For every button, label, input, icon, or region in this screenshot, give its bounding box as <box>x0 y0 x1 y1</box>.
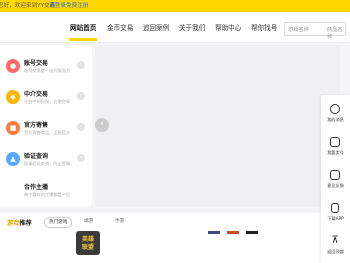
menu-title: 官方寄售 <box>24 122 49 129</box>
nav-help[interactable]: 帮助中心 <box>215 22 241 32</box>
rail-sell-account[interactable]: 我要卖号 <box>321 133 350 163</box>
menu-title: 验证查询 <box>24 153 49 160</box>
rail-label: 我要卖号 <box>327 150 344 155</box>
active-nav-indicator <box>69 38 97 41</box>
game-thumb-partial[interactable] <box>208 231 220 234</box>
tab-hot-games[interactable]: 热门游戏 <box>44 217 73 228</box>
sell-icon <box>330 137 340 147</box>
games-section-title: 游戏推荐 <box>7 218 32 227</box>
login-link[interactable]: 请登录 <box>49 0 66 12</box>
search-input[interactable]: 游戏名称 商品名称 <box>284 22 346 40</box>
nav-home[interactable]: 网站首页 <box>70 22 96 32</box>
rail-label: 我的消息 <box>327 117 344 122</box>
menu-title: 合作主播 <box>24 184 49 191</box>
game-tile-lol[interactable]: 英雄 联盟 <box>76 231 100 255</box>
service-menu: ● 账号交易 账号交易是一站式服务方 › ◆ 中介交易 平台中间担保，方便交易 … <box>0 45 92 207</box>
register-link[interactable]: 免费注册 <box>66 0 88 12</box>
nav-gold-trade[interactable]: 金币交易 <box>107 22 133 32</box>
menu-desc: 官方寄售商品，正规官方 <box>24 130 71 135</box>
nav-about[interactable]: 关于我们 <box>179 22 205 32</box>
handshake-icon: ◆ <box>6 90 20 104</box>
game-names-row <box>0 258 320 263</box>
games-title-rest: 推荐 <box>19 220 32 227</box>
shop-icon: ■ <box>6 121 20 135</box>
menu-desc: 防骗验证查询，防止受骗 <box>24 161 71 166</box>
rail-back-to-top[interactable]: ⊼ 返回顶部 <box>321 232 350 262</box>
nav-find-account[interactable]: 帮你找号 <box>251 22 277 32</box>
main-nav: 网站首页 金币交易 追回案例 关于我们 帮助中心 帮你找号 游戏名称 商品名称 <box>0 12 350 43</box>
carousel-banner[interactable] <box>95 45 340 207</box>
menu-item-escrow-trade[interactable]: ◆ 中介交易 平台中间担保，方便交易 › <box>0 82 92 112</box>
rail-feedback[interactable]: 意见反馈 <box>321 166 350 196</box>
tab-mobile-games[interactable]: 手游 <box>115 217 124 226</box>
chevron-right-icon: › <box>77 61 85 69</box>
search-placeholder-item: 商品名称 <box>327 27 343 40</box>
greeting-text: 您好，欢迎来到YY交易 <box>0 3 56 9</box>
menu-desc: 平台中间担保，方便交易 <box>24 99 71 104</box>
message-icon <box>330 104 340 114</box>
nav-recovery-cases[interactable]: 追回案例 <box>143 22 169 32</box>
top-bar: 您好，欢迎来到YY交易 请登录 免费注册 <box>0 0 350 12</box>
chevron-right-icon: › <box>77 123 85 131</box>
carousel-prev-button[interactable]: ‹ <box>95 118 109 132</box>
rail-label: 下载APP <box>327 216 344 221</box>
user-icon: ● <box>6 59 20 73</box>
menu-title: 账号交易 <box>24 60 49 67</box>
shield-icon: ▲ <box>6 152 20 166</box>
phone-icon <box>331 203 339 213</box>
menu-item-official-consign[interactable]: ■ 官方寄售 官方寄售商品，正规官方 › <box>0 113 92 143</box>
right-float-rail: 我的消息 我要卖号 意见反馈 下载APP ⊼ 返回顶部 <box>321 95 350 263</box>
game-tile-line1: 英雄 <box>81 236 94 243</box>
rail-messages[interactable]: 我的消息 <box>321 100 350 130</box>
menu-desc: 账号交易是一站式服务方 <box>24 68 71 73</box>
rail-download-app[interactable]: 下载APP <box>321 199 350 229</box>
rail-label: 返回顶部 <box>327 249 344 254</box>
chevron-right-icon: › <box>77 154 85 162</box>
games-title-accent: 游戏 <box>7 220 20 227</box>
game-thumb-partial[interactable] <box>227 231 239 234</box>
arrow-up-icon: ⊼ <box>331 235 339 246</box>
chevron-right-icon: › <box>77 92 85 100</box>
menu-item-partner-streamer[interactable]: 合作主播 每个喜欢的主播都是一位 <box>0 175 92 205</box>
menu-desc: 每个喜欢的主播都是一位 <box>24 192 71 197</box>
menu-title: 中介交易 <box>24 91 49 98</box>
rail-label: 意见反馈 <box>327 183 344 188</box>
tab-pc-games[interactable]: 端游 <box>84 217 93 226</box>
feedback-icon <box>330 170 340 180</box>
search-placeholder-game: 游戏名称 <box>288 27 309 33</box>
game-thumb-partial[interactable] <box>246 231 258 234</box>
menu-item-verify-query[interactable]: ▲ 验证查询 防骗验证查询，防止受骗 › <box>0 144 92 174</box>
menu-item-account-trade[interactable]: ● 账号交易 账号交易是一站式服务方 › <box>0 51 92 81</box>
game-tile-line2: 联盟 <box>81 244 94 251</box>
